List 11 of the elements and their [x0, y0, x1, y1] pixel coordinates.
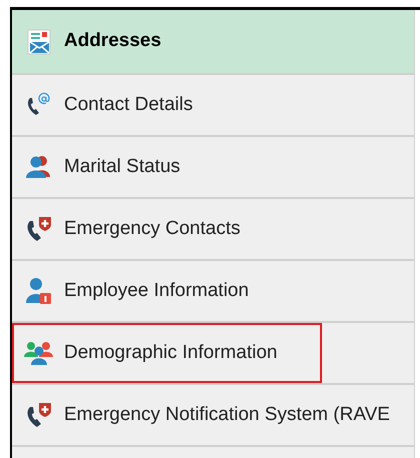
menu-item[interactable]: Demographic Information — [12, 323, 322, 383]
people-icon — [25, 155, 53, 179]
menu-item[interactable]: Addresses — [12, 10, 414, 73]
menu-item[interactable]: Emergency Notification System (RAVE — [12, 385, 414, 445]
menu-item[interactable]: Employee Information — [12, 261, 414, 321]
address-card-icon — [27, 28, 51, 54]
menu-item[interactable]: Marital Status — [12, 137, 414, 197]
person-lock-icon — [25, 277, 53, 305]
menu-item[interactable]: Contact Details — [12, 75, 414, 135]
menu-item[interactable]: Emergency Contacts — [12, 199, 414, 259]
group-icon — [24, 341, 54, 365]
